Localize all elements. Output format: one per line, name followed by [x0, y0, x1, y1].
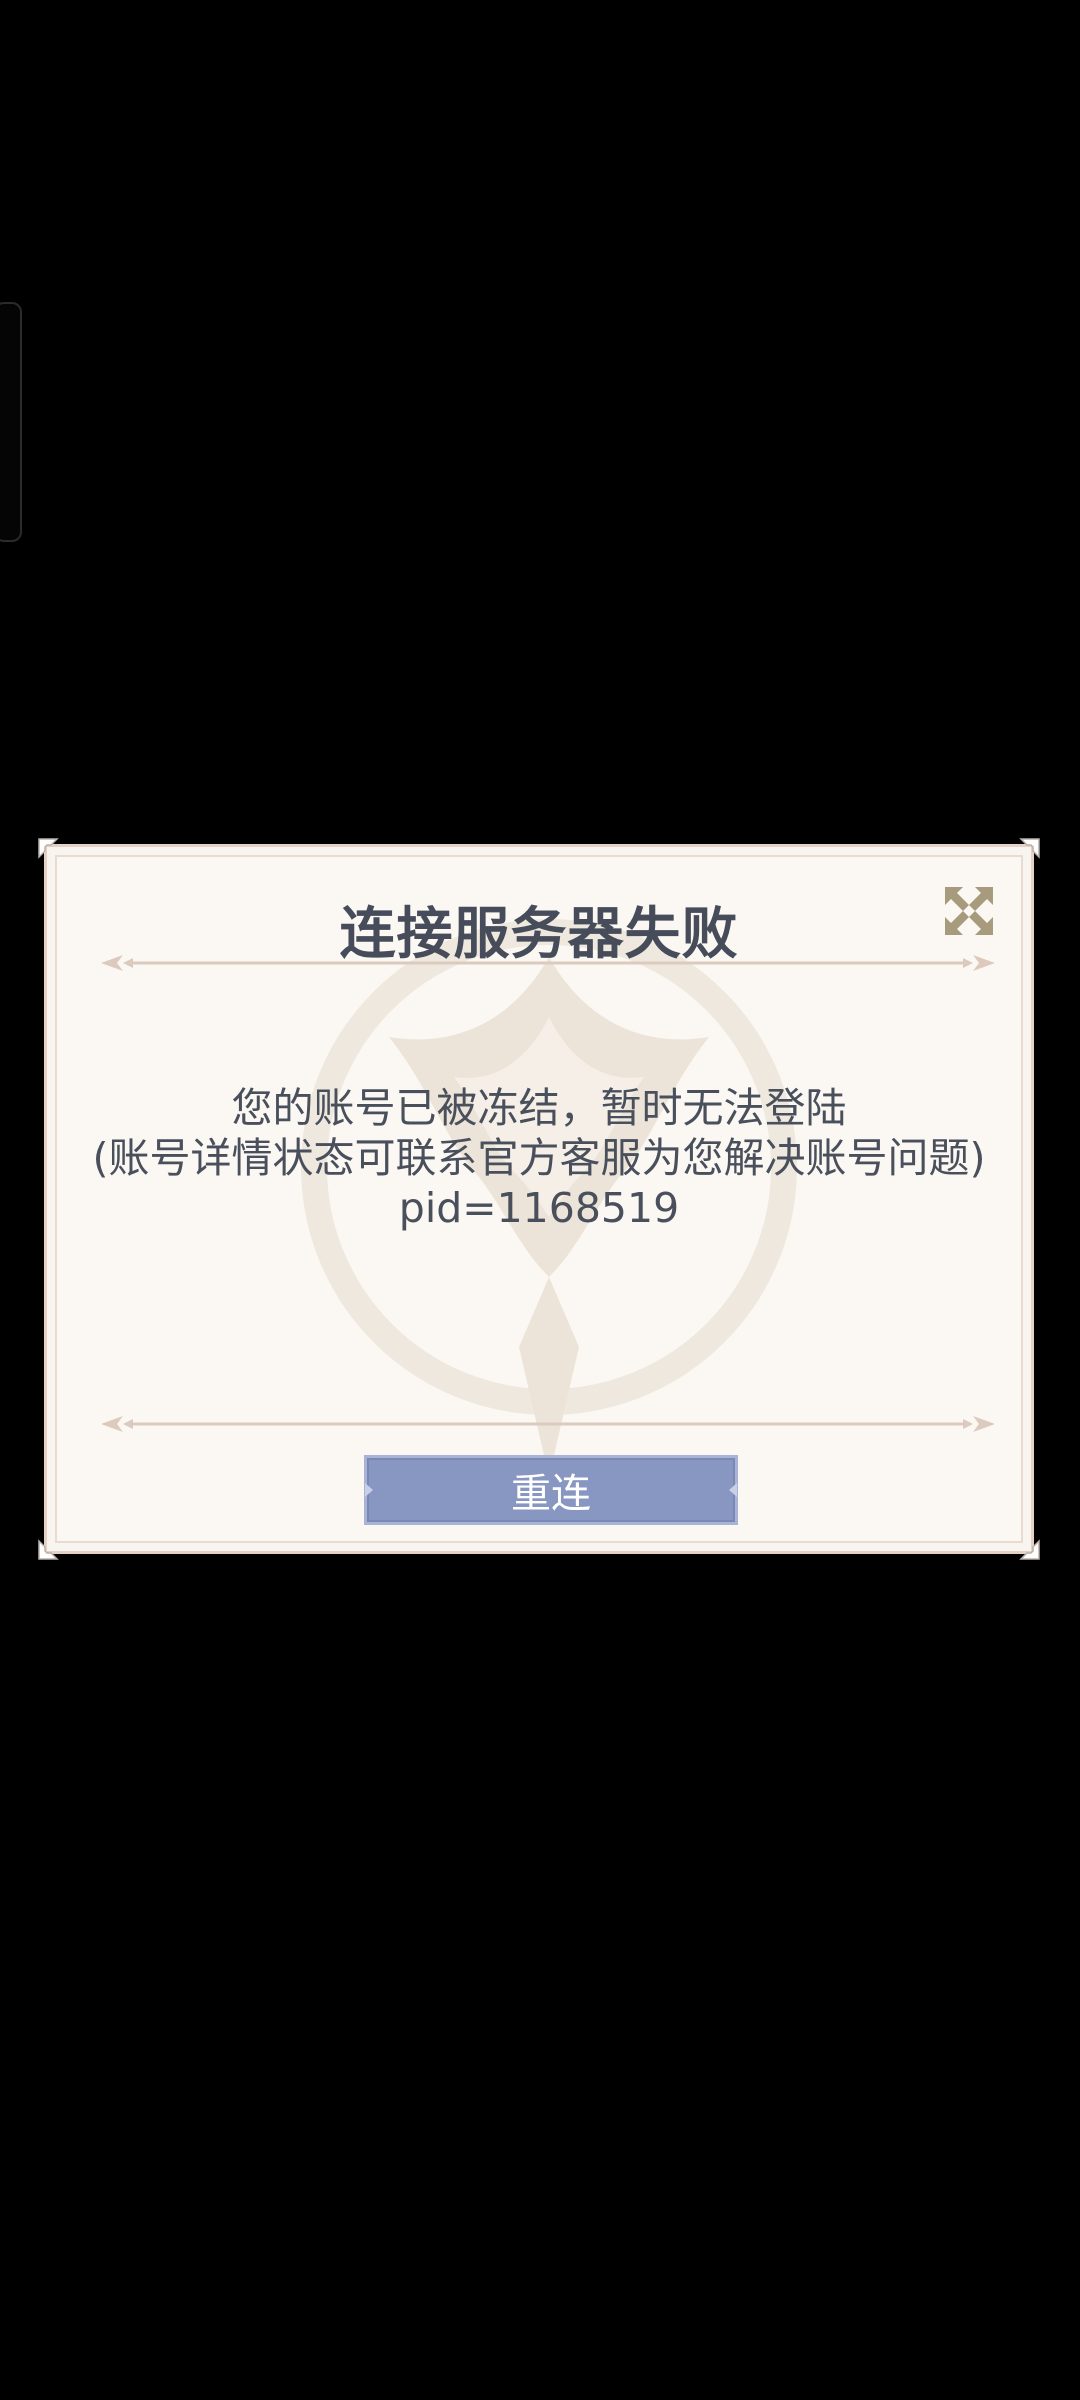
corner-ornament-icon: [38, 1539, 59, 1560]
side-edge-handle: [0, 302, 22, 542]
dialog-message: 您的账号已被冻结，暂时无法登陆 (账号详情状态可联系官方客服为您解决账号问题) …: [57, 1083, 1021, 1233]
top-ornament-divider: [101, 955, 995, 971]
message-line-1: 您的账号已被冻结，暂时无法登陆: [231, 1084, 847, 1132]
message-line-2: (账号详情状态可联系官方客服为您解决账号问题): [92, 1134, 986, 1182]
corner-ornament-icon: [38, 838, 59, 859]
dialog-panel: 连接服务器失败 您的账号已被冻结，暂时无法登陆 (账号详情状态可联系官方客服为您…: [55, 855, 1023, 1543]
retry-button[interactable]: 重连: [364, 1455, 738, 1525]
corner-ornament-icon: [1019, 838, 1040, 859]
corner-ornament-icon: [1019, 1539, 1040, 1560]
retry-button-label: 重连: [511, 1471, 591, 1517]
game-screen: 连接服务器失败 您的账号已被冻结，暂时无法登陆 (账号详情状态可联系官方客服为您…: [0, 0, 1080, 2400]
connection-failed-dialog: 连接服务器失败 您的账号已被冻结，暂时无法登陆 (账号详情状态可联系官方客服为您…: [38, 838, 1040, 1560]
button-left-notch: [365, 1483, 373, 1497]
close-icon[interactable]: [943, 885, 995, 937]
message-line-pid: pid=1168519: [398, 1184, 680, 1232]
button-right-notch: [729, 1483, 737, 1497]
bottom-ornament-divider: [101, 1416, 995, 1432]
